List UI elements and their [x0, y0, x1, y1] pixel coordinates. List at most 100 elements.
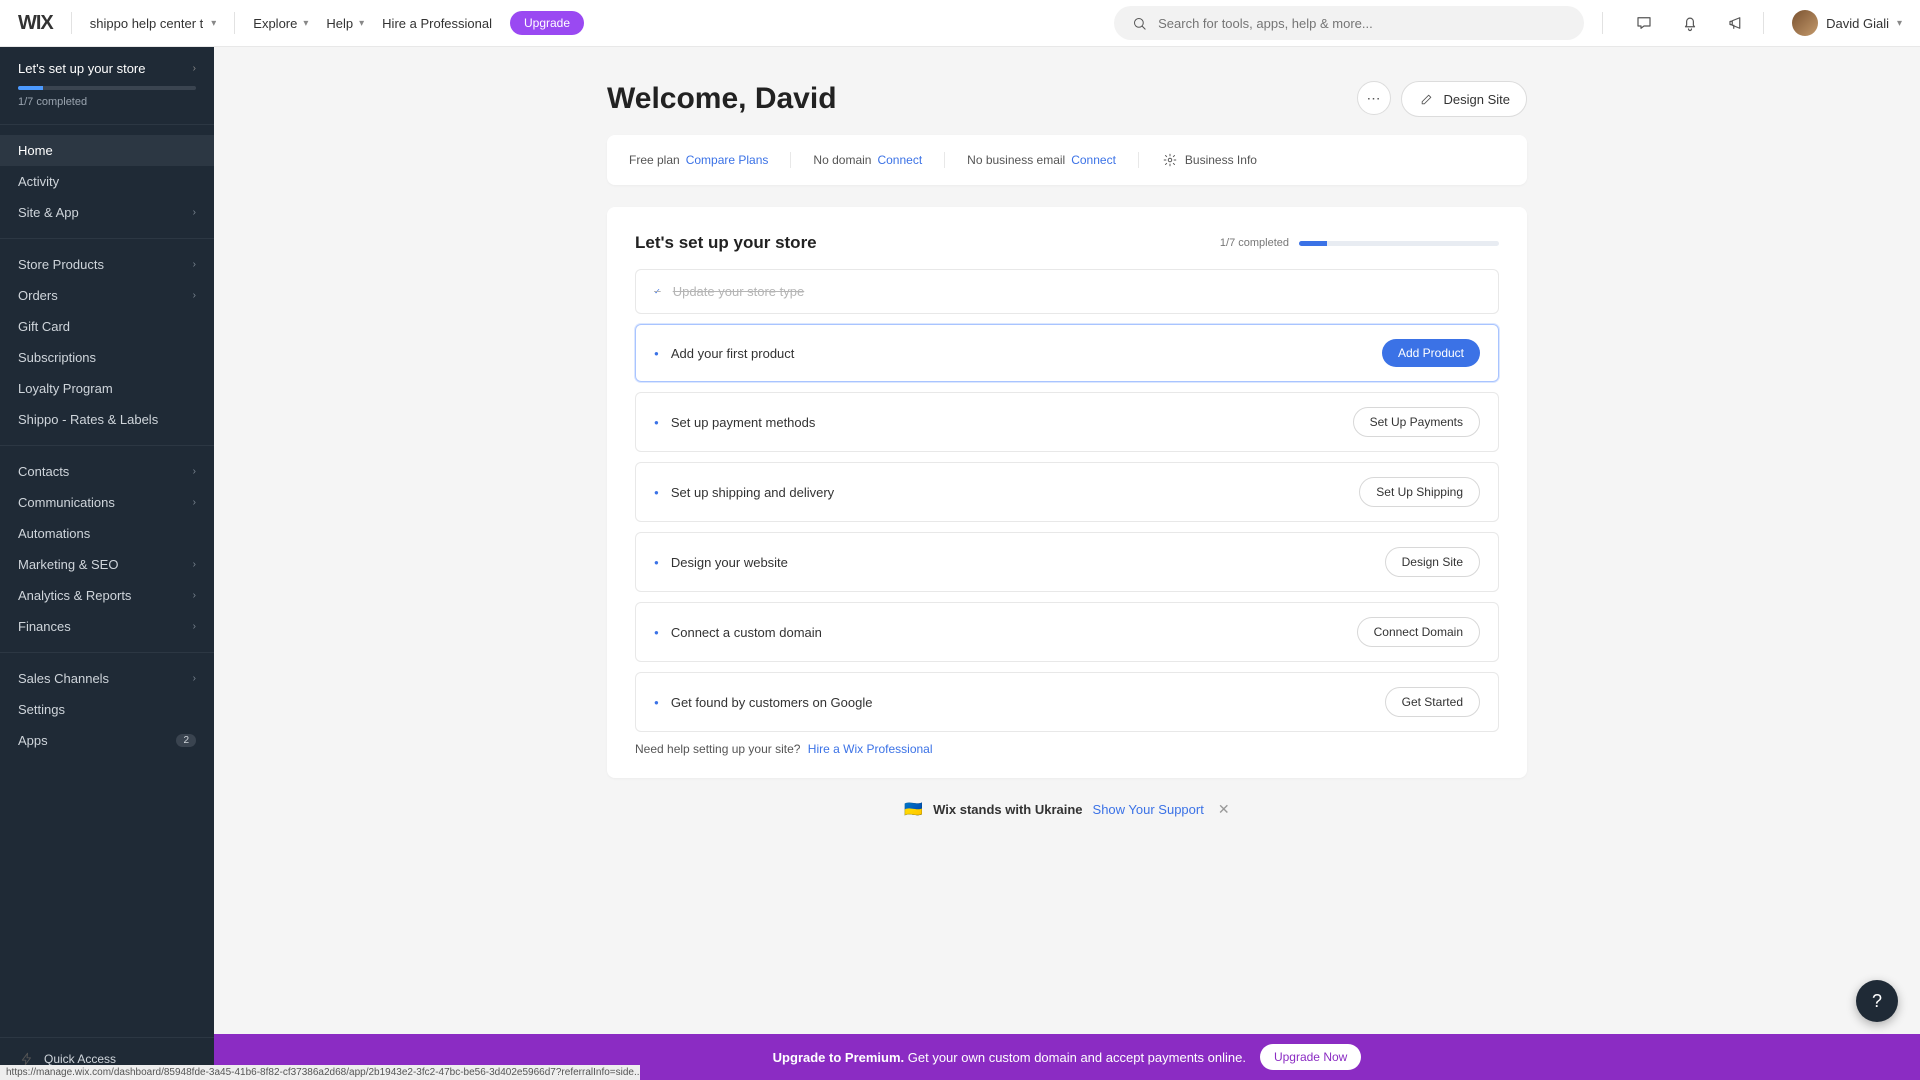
- sidebar-item-contacts[interactable]: Contacts›: [0, 456, 214, 487]
- task-cta-button[interactable]: Set Up Payments: [1353, 407, 1480, 437]
- sidebar-item-shippo-rates-labels[interactable]: Shippo - Rates & Labels: [0, 404, 214, 435]
- chevron-right-icon: ›: [193, 290, 196, 301]
- main-content: Welcome, David ⋯ Design Site Free plan: [214, 47, 1920, 1080]
- ukraine-text: Wix stands with Ukraine: [933, 802, 1082, 817]
- show-support-link[interactable]: Show Your Support: [1093, 802, 1204, 817]
- browser-status-url: https://manage.wix.com/dashboard/85948fd…: [0, 1065, 640, 1080]
- chevron-right-icon: ›: [193, 590, 196, 601]
- search-wrap: [1114, 6, 1584, 40]
- task-row[interactable]: ✓Update your store type: [635, 269, 1499, 314]
- task-row[interactable]: ●Get found by customers on GoogleGet Sta…: [635, 672, 1499, 732]
- sidebar-item-label: Store Products: [18, 257, 104, 272]
- help-text: Need help setting up your site?: [635, 742, 800, 756]
- task-cta-button[interactable]: Set Up Shipping: [1359, 477, 1480, 507]
- help-label: Help: [326, 16, 353, 31]
- task-row[interactable]: ●Connect a custom domainConnect Domain: [635, 602, 1499, 662]
- sidebar-progress-label: 1/7 completed: [18, 96, 196, 108]
- design-site-button[interactable]: Design Site: [1401, 81, 1527, 117]
- task-cta-button[interactable]: Design Site: [1385, 547, 1480, 577]
- divider: [944, 152, 945, 168]
- sidebar-item-label: Marketing & SEO: [18, 557, 118, 572]
- flag-icon: 🇺🇦: [904, 800, 923, 818]
- sidebar-item-orders[interactable]: Orders›: [0, 280, 214, 311]
- more-button[interactable]: ⋯: [1357, 81, 1391, 115]
- chevron-right-icon: ›: [193, 466, 196, 477]
- divider: [0, 124, 214, 125]
- user-menu[interactable]: David Giali ▾: [1792, 10, 1902, 36]
- dot-icon: ●: [654, 488, 659, 497]
- chevron-down-icon: ▾: [1897, 18, 1902, 29]
- chevron-right-icon: ›: [193, 673, 196, 684]
- upgrade-now-button[interactable]: Upgrade Now: [1260, 1044, 1361, 1070]
- sidebar-setup-card[interactable]: Let's set up your store › 1/7 completed: [0, 47, 214, 118]
- domain-label: No domain: [813, 153, 871, 167]
- chevron-right-icon: ›: [193, 497, 196, 508]
- help-menu[interactable]: Help ▾: [326, 16, 364, 31]
- check-icon: ✓: [654, 287, 661, 296]
- sidebar-item-store-products[interactable]: Store Products ›: [0, 249, 214, 280]
- close-icon[interactable]: ✕: [1218, 801, 1230, 818]
- task-row[interactable]: ● Set up shipping and delivery Set Up Ship…: [635, 462, 1499, 522]
- task-cta-button[interactable]: Add Product: [1382, 339, 1480, 367]
- sidebar-item-label: Apps: [18, 733, 48, 748]
- upsell-text: Get your own custom domain and accept pa…: [908, 1050, 1246, 1065]
- chevron-right-icon: ›: [193, 259, 196, 270]
- task-row[interactable]: ●Design your websiteDesign Site: [635, 532, 1499, 592]
- search-box[interactable]: [1114, 6, 1584, 40]
- business-info-label: Business Info: [1185, 153, 1257, 167]
- sidebar-item-finances[interactable]: Finances›: [0, 611, 214, 642]
- sidebar-item-label: Sales Channels: [18, 671, 109, 686]
- sidebar-progress: [18, 86, 196, 90]
- sidebar-item-site-app[interactable]: Site & App›: [0, 197, 214, 228]
- task-row[interactable]: ●Set up payment methodsSet Up Payments: [635, 392, 1499, 452]
- sidebar-item-activity[interactable]: Activity: [0, 166, 214, 197]
- connect-email-link[interactable]: Connect: [1071, 153, 1116, 167]
- explore-menu[interactable]: Explore ▾: [253, 16, 308, 31]
- divider: [790, 152, 791, 168]
- setup-card: Let's set up your store 1/7 completed ✓U…: [607, 207, 1527, 778]
- task-cta-button[interactable]: Get Started: [1385, 687, 1480, 717]
- task-row[interactable]: ●Add your first productAdd Product: [635, 324, 1499, 382]
- search-input[interactable]: [1158, 16, 1568, 31]
- sidebar-item-analytics-reports[interactable]: Analytics & Reports›: [0, 580, 214, 611]
- task-label: Set up shipping and delivery: [671, 485, 834, 500]
- task-label: Design your website: [671, 555, 788, 570]
- sidebar-item-subscriptions[interactable]: Subscriptions: [0, 342, 214, 373]
- divider: [234, 12, 235, 34]
- divider: [1138, 152, 1139, 168]
- sidebar-item-loyalty-program[interactable]: Loyalty Program: [0, 373, 214, 404]
- page-title: Welcome, David: [607, 82, 837, 116]
- sidebar-item-automations[interactable]: Automations: [0, 518, 214, 549]
- explore-label: Explore: [253, 16, 297, 31]
- plan-label: Free plan: [629, 153, 680, 167]
- hire-professional-link[interactable]: Hire a Professional: [382, 16, 492, 31]
- business-info-link[interactable]: Business Info: [1161, 151, 1257, 169]
- megaphone-icon[interactable]: [1727, 14, 1745, 32]
- sidebar-item-label: Settings: [18, 702, 65, 717]
- inbox-icon[interactable]: [1635, 14, 1653, 32]
- sidebar-item-label: Gift Card: [18, 319, 70, 334]
- bell-icon[interactable]: [1681, 14, 1699, 32]
- help-fab[interactable]: ?: [1856, 980, 1898, 1022]
- divider: [71, 12, 72, 34]
- upgrade-button[interactable]: Upgrade: [510, 11, 584, 35]
- connect-domain-link[interactable]: Connect: [877, 153, 922, 167]
- sidebar-item-home[interactable]: Home: [0, 135, 214, 166]
- task-cta-button[interactable]: Connect Domain: [1357, 617, 1480, 647]
- wix-logo[interactable]: WIX: [18, 12, 53, 35]
- sidebar-item-label: Loyalty Program: [18, 381, 113, 396]
- sidebar-item-apps[interactable]: Apps2: [0, 725, 214, 756]
- sidebar-item-communications[interactable]: Communications ›: [0, 487, 214, 518]
- ukraine-banner: 🇺🇦 Wix stands with Ukraine Show Your Sup…: [607, 800, 1527, 818]
- site-switcher[interactable]: shippo help center t ▾: [90, 16, 217, 31]
- sidebar-item-settings[interactable]: Settings: [0, 694, 214, 725]
- compare-plans-link[interactable]: Compare Plans: [686, 153, 769, 167]
- sidebar-setup-title: Let's set up your store: [18, 61, 146, 76]
- sidebar-item-marketing-seo[interactable]: Marketing & SEO›: [0, 549, 214, 580]
- task-label: Add your first product: [671, 346, 795, 361]
- sidebar-item-sales-channels[interactable]: Sales Channels ›: [0, 663, 214, 694]
- sidebar-item-gift-card[interactable]: Gift Card: [0, 311, 214, 342]
- sidebar-item-label: Communications: [18, 495, 115, 510]
- hire-wix-pro-link[interactable]: Hire a Wix Professional: [808, 742, 933, 756]
- task-list: ✓Update your store type ● Add your first p…: [635, 269, 1499, 732]
